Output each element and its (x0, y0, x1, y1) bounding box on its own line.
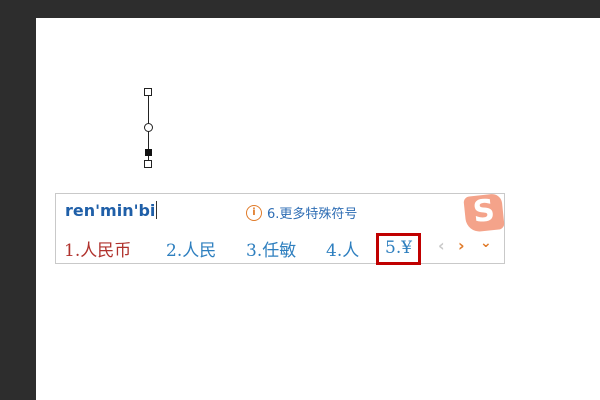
handle-fill-square (145, 149, 152, 156)
text-caret (156, 201, 158, 219)
ime-candidate-row: 1.人民币 2.人民 3.任敏 4.人 5.¥ ‹ › ⌄ (56, 230, 504, 265)
composition-text[interactable]: ren'min'bi (65, 201, 158, 220)
ime-candidate-window: ren'min'bi i 6.更多特殊符号 S 1.人民币 2.人民 3.任敏 … (55, 193, 505, 265)
ime-composition-row: ren'min'bi i 6.更多特殊符号 S (56, 193, 505, 233)
handle-bottom-square[interactable] (144, 160, 152, 168)
candidate-4[interactable]: 4.人 (326, 236, 359, 261)
candidate-1[interactable]: 1.人民币 (64, 236, 131, 261)
candidate-3[interactable]: 3.任敏 (246, 236, 296, 261)
hint-label: 6.更多特殊符号 (267, 207, 358, 222)
next-page-icon[interactable]: › (458, 236, 465, 255)
candidate-2[interactable]: 2.人民 (166, 236, 216, 261)
info-icon: i (246, 204, 262, 221)
sogou-logo-icon: S (463, 193, 505, 233)
special-symbols-hint[interactable]: i 6.更多特殊符号 (246, 203, 357, 222)
candidate-5-selected[interactable]: 5.¥ (376, 233, 422, 265)
text-cursor-handle[interactable] (143, 88, 155, 170)
composition-value: ren'min'bi (65, 201, 156, 220)
prev-page-icon[interactable]: ‹ (438, 236, 445, 255)
handle-center-circle[interactable] (144, 123, 153, 132)
expand-candidates-icon[interactable]: ⌄ (480, 235, 492, 251)
handle-top-square[interactable] (144, 88, 152, 96)
